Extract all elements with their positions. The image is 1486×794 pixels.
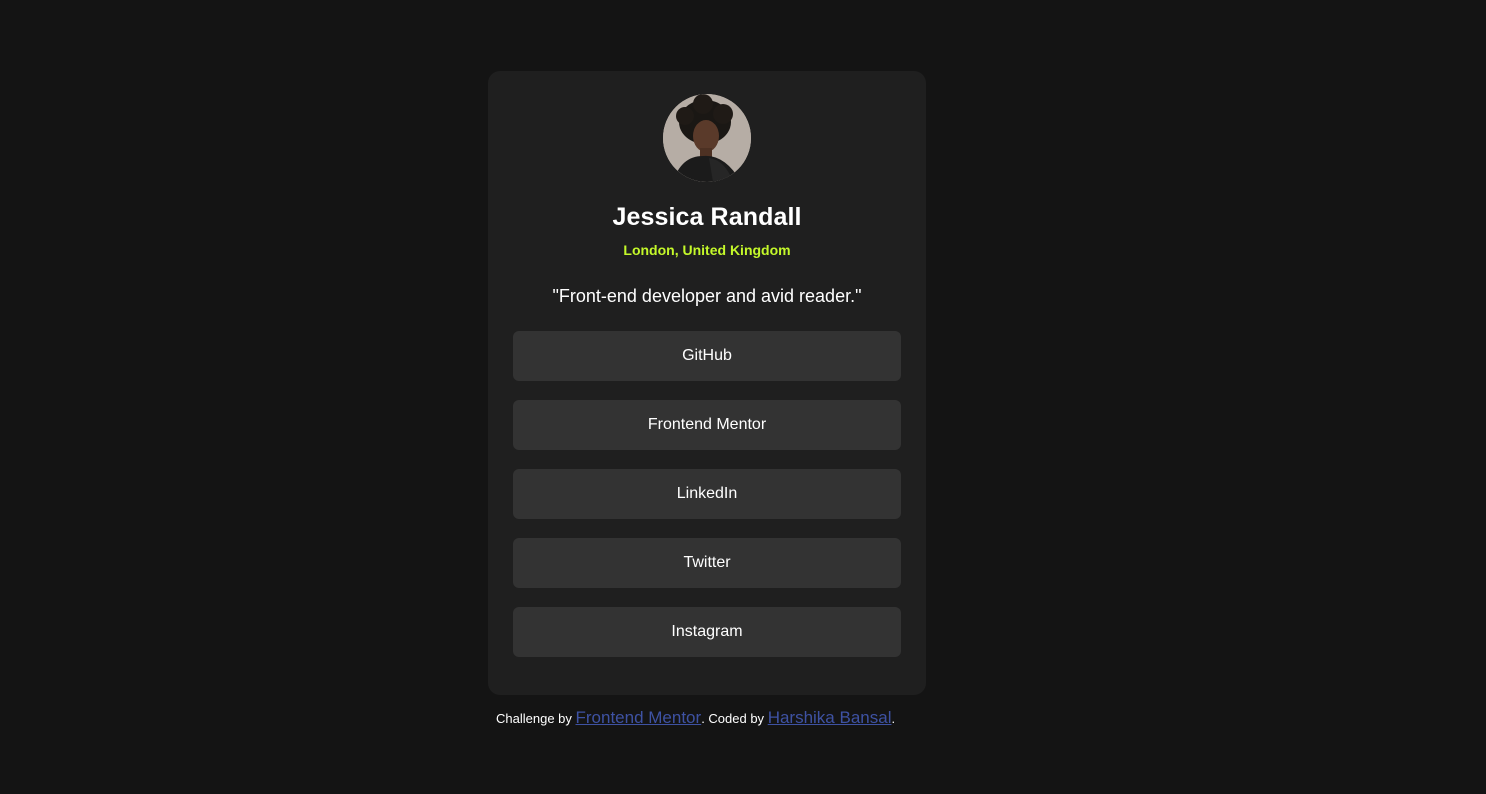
author-link[interactable]: Harshika Bansal: [768, 708, 892, 727]
attribution-middle: . Coded by: [701, 711, 768, 726]
instagram-link-button[interactable]: Instagram: [513, 607, 901, 657]
profile-card: Jessica Randall London, United Kingdom "…: [488, 71, 926, 695]
profile-name: Jessica Randall: [612, 203, 802, 231]
avatar-image: [663, 94, 751, 182]
twitter-link-button[interactable]: Twitter: [513, 538, 901, 588]
challenge-link[interactable]: Frontend Mentor: [576, 708, 702, 727]
attribution-prefix: Challenge by: [496, 711, 576, 726]
attribution-suffix: .: [891, 711, 896, 726]
social-links: GitHub Frontend Mentor LinkedIn Twitter …: [513, 331, 901, 657]
github-link-button[interactable]: GitHub: [513, 331, 901, 381]
avatar: [663, 94, 751, 182]
linkedin-link-button[interactable]: LinkedIn: [513, 469, 901, 519]
frontend-mentor-link-button[interactable]: Frontend Mentor: [513, 400, 901, 450]
profile-location: London, United Kingdom: [623, 242, 791, 258]
profile-bio: "Front-end developer and avid reader.": [552, 286, 862, 306]
